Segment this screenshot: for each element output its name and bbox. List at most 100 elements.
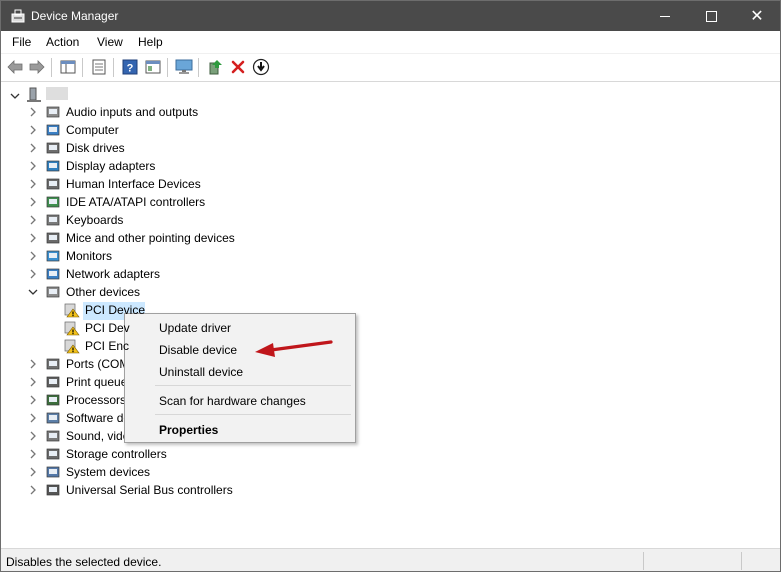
category-label-network[interactable]: Network adapters: [66, 265, 160, 283]
ctx-properties[interactable]: Properties: [159, 423, 218, 437]
expand-chevron-ide[interactable]: [28, 197, 38, 207]
maximize-icon: [705, 10, 717, 22]
pci-device-item-3[interactable]: PCI Enc: [85, 337, 129, 355]
chevron-right-icon: [30, 107, 36, 117]
category-label-usb[interactable]: Universal Serial Bus controllers: [66, 481, 233, 499]
expand-chevron-disk[interactable]: [28, 143, 38, 153]
context-menu: Update driver Disable device Uninstall d…: [124, 313, 356, 443]
category-label-keyboard[interactable]: Keyboards: [66, 211, 123, 229]
close-button[interactable]: ✕: [734, 1, 780, 31]
ctx-separator: [155, 414, 351, 415]
chevron-right-icon: [30, 233, 36, 243]
category-label-storage[interactable]: Storage controllers: [66, 445, 167, 463]
category-label-mouse[interactable]: Mice and other pointing devices: [66, 229, 235, 247]
properties-icon: [92, 59, 106, 75]
processor-category-icon: [45, 392, 61, 408]
ctx-disable-device[interactable]: Disable device: [159, 343, 237, 357]
pci-device-item-1[interactable]: PCI Device: [85, 301, 145, 319]
show-hide-tree-icon: [60, 60, 76, 74]
category-label-ide[interactable]: IDE ATA/ATAPI controllers: [66, 193, 205, 211]
expand-chevron-keyboard[interactable]: [28, 215, 38, 225]
minimize-icon: [660, 15, 670, 17]
category-label-display[interactable]: Display adapters: [66, 157, 155, 175]
expand-chevron-storage[interactable]: [28, 449, 38, 459]
ctx-uninstall-device[interactable]: Uninstall device: [159, 365, 243, 379]
expand-chevron-hid[interactable]: [28, 179, 38, 189]
category-label-audio[interactable]: Audio inputs and outputs: [66, 103, 198, 121]
display-category-icon: [45, 158, 61, 174]
toolbar-separator: [82, 58, 83, 77]
uninstall-icon: [231, 60, 245, 74]
menu-action[interactable]: Action: [46, 35, 79, 49]
computer-category-icon: [45, 122, 61, 138]
device-manager-app-icon: [11, 9, 25, 23]
chevron-right-icon: [30, 143, 36, 153]
expand-chevron-system[interactable]: [28, 467, 38, 477]
category-label-print[interactable]: Print queue: [66, 373, 127, 391]
chevron-right-icon: [30, 431, 36, 441]
view-button[interactable]: [144, 58, 162, 76]
category-label-hid[interactable]: Human Interface Devices: [66, 175, 201, 193]
menu-file[interactable]: File: [12, 35, 31, 49]
expand-chevron-software[interactable]: [28, 413, 38, 423]
root-collapse-chevron[interactable]: [10, 91, 20, 101]
update-driver-button[interactable]: [206, 58, 224, 76]
expand-chevron-sound[interactable]: [28, 431, 38, 441]
chevron-right-icon: [30, 269, 36, 279]
computer-root-icon: [27, 87, 41, 102]
ctx-scan-hardware[interactable]: Scan for hardware changes: [159, 394, 306, 408]
category-label-computer[interactable]: Computer: [66, 121, 119, 139]
toolbar-separator: [51, 58, 52, 77]
category-label-system[interactable]: System devices: [66, 463, 150, 481]
category-label-processor[interactable]: Processors: [66, 391, 126, 409]
expand-chevron-processor[interactable]: [28, 395, 38, 405]
help-button[interactable]: ?: [121, 58, 139, 76]
unknown-device-warning-icon: [64, 320, 80, 336]
properties-button[interactable]: [90, 58, 108, 76]
uninstall-device-button[interactable]: [229, 58, 247, 76]
chevron-right-icon: [30, 161, 36, 171]
expand-chevron-mouse[interactable]: [28, 233, 38, 243]
menu-help[interactable]: Help: [138, 35, 163, 49]
pci-device-item-2[interactable]: PCI Dev: [85, 319, 130, 337]
expand-chevron-network[interactable]: [28, 269, 38, 279]
status-divider: [741, 552, 742, 570]
disable-device-button[interactable]: [252, 58, 270, 76]
audio-category-icon: [45, 104, 61, 120]
menu-view[interactable]: View: [97, 35, 123, 49]
storage-category-icon: [45, 446, 61, 462]
category-label-ports[interactable]: Ports (COM: [66, 355, 129, 373]
category-label-disk[interactable]: Disk drives: [66, 139, 125, 157]
category-label-software[interactable]: Software de: [66, 409, 130, 427]
category-label-monitor[interactable]: Monitors: [66, 247, 112, 265]
expand-chevron-print[interactable]: [28, 377, 38, 387]
annotation-arrow: [255, 340, 333, 357]
minimize-button[interactable]: [642, 1, 688, 31]
expand-chevron-usb[interactable]: [28, 485, 38, 495]
expand-chevron-other[interactable]: [28, 287, 38, 297]
expand-chevron-audio[interactable]: [28, 107, 38, 117]
show-hide-console-tree-button[interactable]: [59, 58, 77, 76]
category-label-sound[interactable]: Sound, vide: [66, 427, 129, 445]
maximize-button[interactable]: [688, 1, 734, 31]
ports-category-icon: [45, 356, 61, 372]
network-category-icon: [45, 266, 61, 282]
help-icon: ?: [122, 59, 138, 75]
expand-chevron-display[interactable]: [28, 161, 38, 171]
forward-button[interactable]: [28, 58, 46, 76]
expand-chevron-ports[interactable]: [28, 359, 38, 369]
chevron-right-icon: [30, 197, 36, 207]
back-arrow-icon: [7, 60, 23, 74]
scan-hardware-icon: [175, 59, 193, 74]
close-icon: ✕: [750, 6, 764, 25]
scan-hardware-button[interactable]: [175, 58, 193, 76]
expand-chevron-computer[interactable]: [28, 125, 38, 135]
expand-chevron-monitor[interactable]: [28, 251, 38, 261]
disk-category-icon: [45, 140, 61, 156]
toolbar: ?: [1, 54, 780, 82]
ctx-update-driver[interactable]: Update driver: [159, 321, 231, 335]
chevron-right-icon: [30, 359, 36, 369]
category-label-other[interactable]: Other devices: [66, 283, 140, 301]
back-button[interactable]: [6, 58, 24, 76]
device-manager-window: Device Manager ✕ File Action View Help ?: [0, 0, 781, 572]
